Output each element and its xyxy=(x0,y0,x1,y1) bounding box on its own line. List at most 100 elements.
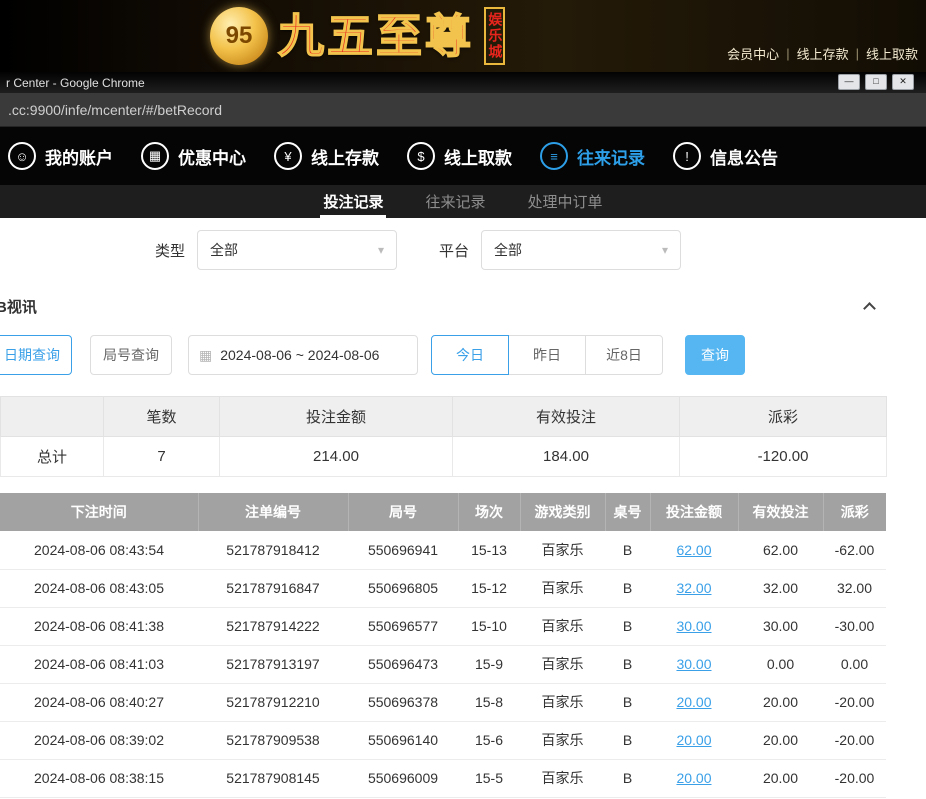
site-banner: 95 九五至尊 娱乐城 会员中心 | 线上存款 | 线上取款 xyxy=(0,0,926,72)
table-row: 2024-08-06 08:38:15521787908145550696009… xyxy=(0,759,886,797)
cell-game-type: 百家乐 xyxy=(520,645,605,683)
records-icon: ≡ xyxy=(540,142,568,170)
close-button[interactable]: ✕ xyxy=(892,74,914,90)
cell-table-no: B xyxy=(605,569,650,607)
summary-total-row: 总计 7 214.00 184.00 -120.00 xyxy=(1,437,887,477)
cell-table-no: B xyxy=(605,645,650,683)
summary-payout: -120.00 xyxy=(680,437,887,477)
summary-header-payout: 派彩 xyxy=(680,397,887,437)
date-range-picker[interactable]: ▦ 2024-08-06 ~ 2024-08-06 xyxy=(188,335,418,375)
col-header-game-type: 游戏类别 xyxy=(520,493,605,531)
nav-deposit[interactable]: ¥ 线上存款 xyxy=(274,142,379,170)
cell-bet-id: 521787909538 xyxy=(198,721,348,759)
maximize-button[interactable]: □ xyxy=(865,74,887,90)
section-title: B视讯 xyxy=(0,296,37,317)
link-online-withdraw[interactable]: 线上取款 xyxy=(866,44,918,63)
summary-header-bet-amount: 投注金额 xyxy=(220,397,453,437)
table-row: 2024-08-06 08:41:03521787913197550696473… xyxy=(0,645,886,683)
coin-logo-icon: 95 xyxy=(210,7,268,65)
summary-bet-amount: 214.00 xyxy=(220,437,453,477)
cell-bet-id: 521787918412 xyxy=(198,531,348,569)
search-button[interactable]: 查询 xyxy=(685,335,745,375)
platform-select[interactable]: 全部 ▾ xyxy=(481,230,681,270)
cell-valid-bet: 20.00 xyxy=(738,683,823,721)
cell-game-type: 百家乐 xyxy=(520,683,605,721)
type-select-value: 全部 xyxy=(210,240,238,260)
nav-label: 优惠中心 xyxy=(178,144,246,169)
tab-pending-orders[interactable]: 处理中订单 xyxy=(525,185,606,218)
yesterday-button[interactable]: 昨日 xyxy=(508,335,586,375)
url-bar[interactable]: .cc:9900/infe/mcenter/#/betRecord xyxy=(0,93,926,127)
cell-bet-amount[interactable]: 62.00 xyxy=(650,531,738,569)
cell-bet-time: 2024-08-06 08:39:02 xyxy=(0,721,198,759)
nav-announcements[interactable]: ! 信息公告 xyxy=(673,142,778,170)
nav-promotions[interactable]: ▦ 优惠中心 xyxy=(141,142,246,170)
window-controls: — □ ✕ xyxy=(838,74,914,90)
type-select[interactable]: 全部 ▾ xyxy=(197,230,397,270)
cell-bet-amount[interactable]: 32.00 xyxy=(650,569,738,607)
tab-transaction-records[interactable]: 往来记录 xyxy=(422,185,488,218)
record-subtabs: 投注记录 往来记录 处理中订单 xyxy=(0,185,926,218)
cell-game-type: 百家乐 xyxy=(520,721,605,759)
cell-payout: -30.00 xyxy=(823,607,886,645)
window-title: r Center - Google Chrome xyxy=(6,76,145,90)
link-online-deposit[interactable]: 线上存款 xyxy=(797,44,849,63)
cell-bet-id: 521787908145 xyxy=(198,759,348,797)
table-header-row: 下注时间注单编号局号场次游戏类别桌号投注金额有效投注派彩 xyxy=(0,493,886,531)
cell-session: 15-13 xyxy=(458,531,520,569)
table-row: 2024-08-06 08:41:38521787914222550696577… xyxy=(0,607,886,645)
summary-header-row: 笔数 投注金额 有效投注 派彩 xyxy=(1,397,887,437)
cell-bet-id: 521787914222 xyxy=(198,607,348,645)
cell-bet-amount[interactable]: 20.00 xyxy=(650,721,738,759)
main-content: 类型 全部 ▾ 平台 全部 ▾ B视讯 日期查询 局号查询 ▦ 2024-08-… xyxy=(0,230,926,798)
cell-round-id: 550696140 xyxy=(348,721,458,759)
coins-icon: ¥ xyxy=(274,142,302,170)
cell-payout: 32.00 xyxy=(823,569,886,607)
table-row: 2024-08-06 08:40:27521787912210550696378… xyxy=(0,683,886,721)
nav-transaction-records[interactable]: ≡ 往来记录 xyxy=(540,142,645,170)
nav-withdraw[interactable]: $ 线上取款 xyxy=(407,142,512,170)
today-button[interactable]: 今日 xyxy=(431,335,509,375)
cell-payout: -20.00 xyxy=(823,683,886,721)
cell-table-no: B xyxy=(605,607,650,645)
tab-bet-records[interactable]: 投注记录 xyxy=(320,185,386,218)
cell-valid-bet: 30.00 xyxy=(738,607,823,645)
cell-session: 15-8 xyxy=(458,683,520,721)
bell-icon: ! xyxy=(673,142,701,170)
nav-label: 线上存款 xyxy=(311,144,379,169)
summary-table: 笔数 投注金额 有效投注 派彩 总计 7 214.00 184.00 -120.… xyxy=(0,396,887,477)
bet-table-body: 2024-08-06 08:43:54521787918412550696941… xyxy=(0,531,886,797)
cell-table-no: B xyxy=(605,531,650,569)
platform-label: 平台 xyxy=(439,240,469,261)
collapse-chevron-icon[interactable] xyxy=(863,302,876,315)
minimize-button[interactable]: — xyxy=(838,74,860,90)
cell-round-id: 550696577 xyxy=(348,607,458,645)
cell-game-type: 百家乐 xyxy=(520,607,605,645)
summary-valid-bet: 184.00 xyxy=(453,437,680,477)
nav-label: 往来记录 xyxy=(577,144,645,169)
date-query-button[interactable]: 日期查询 xyxy=(0,335,72,375)
cell-bet-amount[interactable]: 20.00 xyxy=(650,759,738,797)
col-header-bet-id: 注单编号 xyxy=(198,493,348,531)
cell-bet-amount[interactable]: 30.00 xyxy=(650,607,738,645)
cell-round-id: 550696805 xyxy=(348,569,458,607)
round-query-button[interactable]: 局号查询 xyxy=(90,335,172,375)
last-8-days-button[interactable]: 近8日 xyxy=(585,335,663,375)
table-row: 2024-08-06 08:43:05521787916847550696805… xyxy=(0,569,886,607)
platform-select-value: 全部 xyxy=(494,240,522,260)
cell-payout: -20.00 xyxy=(823,721,886,759)
cell-table-no: B xyxy=(605,721,650,759)
cell-bet-amount[interactable]: 30.00 xyxy=(650,645,738,683)
link-divider: | xyxy=(856,46,859,61)
cell-valid-bet: 62.00 xyxy=(738,531,823,569)
cell-bet-amount[interactable]: 20.00 xyxy=(650,683,738,721)
nav-my-account[interactable]: ☺ 我的账户 xyxy=(8,142,113,170)
summary-count: 7 xyxy=(104,437,220,477)
summary-header-count: 笔数 xyxy=(104,397,220,437)
cell-bet-id: 521787916847 xyxy=(198,569,348,607)
filter-row: 类型 全部 ▾ 平台 全部 ▾ xyxy=(155,230,926,270)
cell-bet-time: 2024-08-06 08:40:27 xyxy=(0,683,198,721)
col-header-bet-time: 下注时间 xyxy=(0,493,198,531)
cell-payout: -20.00 xyxy=(823,759,886,797)
link-member-center[interactable]: 会员中心 xyxy=(727,44,779,63)
